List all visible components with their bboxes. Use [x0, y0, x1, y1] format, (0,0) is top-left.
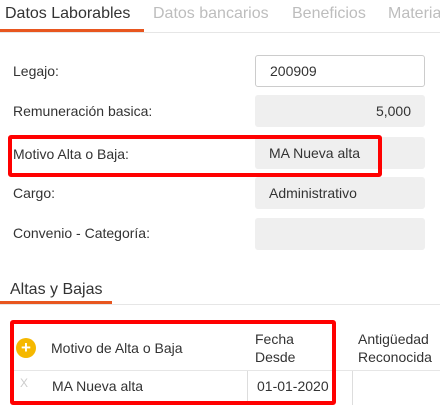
- motivo-alta-baja-field: MA Nueva alta: [255, 137, 425, 169]
- cargo-field: Administrativo: [255, 177, 425, 209]
- tab-bar: Datos Laborables Datos bancarios Benefic…: [0, 0, 440, 33]
- row-motivo-cell[interactable]: MA Nueva alta: [52, 378, 143, 394]
- column-separator: [352, 371, 353, 405]
- add-icon[interactable]: +: [16, 338, 36, 358]
- active-tab-indicator: [0, 29, 144, 32]
- motivo-alta-baja-label: Motivo Alta o Baja:: [13, 146, 129, 162]
- altas-bajas-title: Altas y Bajas: [10, 281, 103, 298]
- header-fecha-line2: Desde: [255, 349, 296, 365]
- remove-row-icon[interactable]: X: [20, 376, 28, 390]
- remuneracion-field: 5,000: [255, 95, 425, 127]
- cargo-label: Cargo:: [13, 185, 56, 201]
- header-motivo: Motivo de Alta o Baja: [51, 340, 183, 356]
- column-separator: [247, 371, 248, 405]
- row-divider: [10, 370, 440, 371]
- section-divider: [0, 304, 440, 305]
- tab-datos-laborables[interactable]: Datos Laborables: [5, 5, 130, 23]
- legajo-label: Legajo:: [13, 63, 59, 79]
- convenio-categoria-label: Convenio - Categoría:: [13, 225, 150, 241]
- header-antiguedad-line1: Antigüedad: [358, 331, 429, 347]
- remuneracion-label: Remuneración basica:: [13, 103, 153, 119]
- header-antiguedad-line2: Reconocida: [358, 349, 432, 365]
- tab-materia[interactable]: Materia: [388, 5, 440, 23]
- tab-beneficios[interactable]: Beneficios: [292, 5, 366, 23]
- row-fecha-cell[interactable]: 01-01-2020: [257, 378, 329, 394]
- legajo-field[interactable]: 200909: [255, 55, 425, 87]
- header-fecha-line1: Fecha: [255, 331, 294, 347]
- convenio-categoria-field: [255, 218, 425, 250]
- tab-datos-bancarios[interactable]: Datos bancarios: [153, 5, 269, 23]
